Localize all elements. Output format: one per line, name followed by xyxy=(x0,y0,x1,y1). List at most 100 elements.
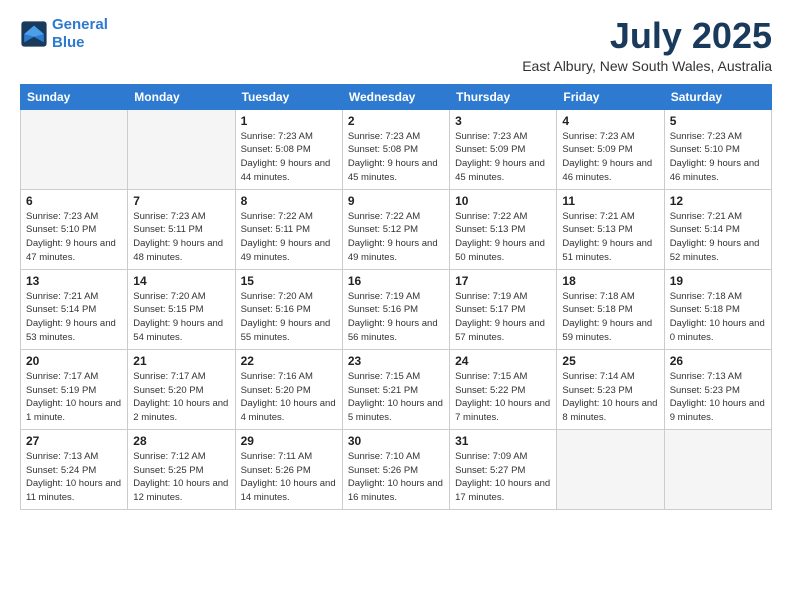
calendar-cell xyxy=(557,429,664,509)
calendar: SundayMondayTuesdayWednesdayThursdayFrid… xyxy=(20,84,772,510)
calendar-cell: 16 Sunrise: 7:19 AM Sunset: 5:16 PM Dayli… xyxy=(342,269,449,349)
day-number: 14 xyxy=(133,274,229,288)
logo-line1: General xyxy=(52,16,108,33)
day-info: Sunrise: 7:23 AM Sunset: 5:08 PM Dayligh… xyxy=(348,130,444,185)
calendar-cell: 24 Sunrise: 7:15 AM Sunset: 5:22 PM Dayli… xyxy=(450,349,557,429)
day-info: Sunrise: 7:09 AM Sunset: 5:27 PM Dayligh… xyxy=(455,450,551,505)
day-info: Sunrise: 7:15 AM Sunset: 5:22 PM Dayligh… xyxy=(455,370,551,425)
day-number: 16 xyxy=(348,274,444,288)
day-number: 20 xyxy=(26,354,122,368)
day-number: 18 xyxy=(562,274,658,288)
calendar-cell: 29Sunrise: 7:11 AM Sunset: 5:26 PM Dayli… xyxy=(235,429,342,509)
calendar-cell: 22 Sunrise: 7:16 AM Sunset: 5:20 PM Dayli… xyxy=(235,349,342,429)
day-info: Sunrise: 7:23 AM Sunset: 5:10 PM Dayligh… xyxy=(26,210,122,265)
logo-icon xyxy=(20,20,48,48)
calendar-cell: 7 Sunrise: 7:23 AM Sunset: 5:11 PM Daylig… xyxy=(128,189,235,269)
day-info: Sunrise: 7:20 AM Sunset: 5:15 PM Dayligh… xyxy=(133,290,229,345)
calendar-cell: 31 Sunrise: 7:09 AM Sunset: 5:27 PM Dayli… xyxy=(450,429,557,509)
day-number: 1 xyxy=(241,114,337,128)
month-title: July 2025 xyxy=(522,16,772,56)
title-area: July 2025 East Albury, New South Wales, … xyxy=(522,16,772,74)
calendar-cell: 11Sunrise: 7:21 AM Sunset: 5:13 PM Dayli… xyxy=(557,189,664,269)
day-number: 24 xyxy=(455,354,551,368)
day-info: Sunrise: 7:22 AM Sunset: 5:11 PM Dayligh… xyxy=(241,210,337,265)
calendar-cell: 27 Sunrise: 7:13 AM Sunset: 5:24 PM Dayli… xyxy=(21,429,128,509)
day-number: 19 xyxy=(670,274,766,288)
week-row-2: 6 Sunrise: 7:23 AM Sunset: 5:10 PM Daylig… xyxy=(21,189,772,269)
calendar-cell: 23Sunrise: 7:15 AM Sunset: 5:21 PM Dayli… xyxy=(342,349,449,429)
calendar-cell: 18 Sunrise: 7:18 AM Sunset: 5:18 PM Dayli… xyxy=(557,269,664,349)
calendar-cell: 10 Sunrise: 7:22 AM Sunset: 5:13 PM Dayli… xyxy=(450,189,557,269)
week-row-1: 1 Sunrise: 7:23 AM Sunset: 5:08 PM Daylig… xyxy=(21,109,772,189)
calendar-header-sunday: Sunday xyxy=(21,84,128,109)
calendar-cell: 20 Sunrise: 7:17 AM Sunset: 5:19 PM Dayli… xyxy=(21,349,128,429)
calendar-cell: 17Sunrise: 7:19 AM Sunset: 5:17 PM Dayli… xyxy=(450,269,557,349)
calendar-cell: 19 Sunrise: 7:18 AM Sunset: 5:18 PM Dayli… xyxy=(664,269,771,349)
day-number: 28 xyxy=(133,434,229,448)
day-number: 9 xyxy=(348,194,444,208)
day-info: Sunrise: 7:23 AM Sunset: 5:10 PM Dayligh… xyxy=(670,130,766,185)
day-number: 8 xyxy=(241,194,337,208)
day-info: Sunrise: 7:23 AM Sunset: 5:09 PM Dayligh… xyxy=(562,130,658,185)
day-info: Sunrise: 7:21 AM Sunset: 5:14 PM Dayligh… xyxy=(26,290,122,345)
calendar-cell: 26Sunrise: 7:13 AM Sunset: 5:23 PM Dayli… xyxy=(664,349,771,429)
day-info: Sunrise: 7:20 AM Sunset: 5:16 PM Dayligh… xyxy=(241,290,337,345)
day-number: 12 xyxy=(670,194,766,208)
day-number: 13 xyxy=(26,274,122,288)
header: General Blue July 2025 East Albury, New … xyxy=(20,16,772,74)
day-number: 7 xyxy=(133,194,229,208)
calendar-cell: 15 Sunrise: 7:20 AM Sunset: 5:16 PM Dayli… xyxy=(235,269,342,349)
day-info: Sunrise: 7:10 AM Sunset: 5:26 PM Dayligh… xyxy=(348,450,444,505)
calendar-header-friday: Friday xyxy=(557,84,664,109)
calendar-cell: 13 Sunrise: 7:21 AM Sunset: 5:14 PM Dayli… xyxy=(21,269,128,349)
calendar-cell xyxy=(664,429,771,509)
week-row-3: 13 Sunrise: 7:21 AM Sunset: 5:14 PM Dayli… xyxy=(21,269,772,349)
calendar-header-row: SundayMondayTuesdayWednesdayThursdayFrid… xyxy=(21,84,772,109)
day-number: 25 xyxy=(562,354,658,368)
calendar-cell: 14 Sunrise: 7:20 AM Sunset: 5:15 PM Dayli… xyxy=(128,269,235,349)
day-info: Sunrise: 7:13 AM Sunset: 5:24 PM Dayligh… xyxy=(26,450,122,505)
day-info: Sunrise: 7:19 AM Sunset: 5:16 PM Dayligh… xyxy=(348,290,444,345)
day-info: Sunrise: 7:17 AM Sunset: 5:19 PM Dayligh… xyxy=(26,370,122,425)
day-info: Sunrise: 7:22 AM Sunset: 5:13 PM Dayligh… xyxy=(455,210,551,265)
day-number: 26 xyxy=(670,354,766,368)
calendar-header-tuesday: Tuesday xyxy=(235,84,342,109)
day-info: Sunrise: 7:23 AM Sunset: 5:09 PM Dayligh… xyxy=(455,130,551,185)
day-number: 22 xyxy=(241,354,337,368)
day-info: Sunrise: 7:23 AM Sunset: 5:11 PM Dayligh… xyxy=(133,210,229,265)
day-number: 15 xyxy=(241,274,337,288)
calendar-cell: 21Sunrise: 7:17 AM Sunset: 5:20 PM Dayli… xyxy=(128,349,235,429)
calendar-cell: 12Sunrise: 7:21 AM Sunset: 5:14 PM Dayli… xyxy=(664,189,771,269)
calendar-cell: 4 Sunrise: 7:23 AM Sunset: 5:09 PM Daylig… xyxy=(557,109,664,189)
calendar-cell: 25Sunrise: 7:14 AM Sunset: 5:23 PM Dayli… xyxy=(557,349,664,429)
day-number: 11 xyxy=(562,194,658,208)
day-number: 5 xyxy=(670,114,766,128)
logo-text: General Blue xyxy=(52,16,108,52)
day-info: Sunrise: 7:12 AM Sunset: 5:25 PM Dayligh… xyxy=(133,450,229,505)
day-info: Sunrise: 7:16 AM Sunset: 5:20 PM Dayligh… xyxy=(241,370,337,425)
day-info: Sunrise: 7:22 AM Sunset: 5:12 PM Dayligh… xyxy=(348,210,444,265)
day-number: 23 xyxy=(348,354,444,368)
day-number: 30 xyxy=(348,434,444,448)
day-number: 27 xyxy=(26,434,122,448)
day-number: 31 xyxy=(455,434,551,448)
day-number: 6 xyxy=(26,194,122,208)
calendar-cell: 1 Sunrise: 7:23 AM Sunset: 5:08 PM Daylig… xyxy=(235,109,342,189)
day-info: Sunrise: 7:18 AM Sunset: 5:18 PM Dayligh… xyxy=(562,290,658,345)
day-number: 3 xyxy=(455,114,551,128)
calendar-cell: 30 Sunrise: 7:10 AM Sunset: 5:26 PM Dayli… xyxy=(342,429,449,509)
day-info: Sunrise: 7:11 AM Sunset: 5:26 PM Dayligh… xyxy=(241,450,337,505)
day-number: 2 xyxy=(348,114,444,128)
calendar-cell xyxy=(21,109,128,189)
day-info: Sunrise: 7:18 AM Sunset: 5:18 PM Dayligh… xyxy=(670,290,766,345)
day-number: 10 xyxy=(455,194,551,208)
calendar-cell: 2 Sunrise: 7:23 AM Sunset: 5:08 PM Daylig… xyxy=(342,109,449,189)
week-row-4: 20 Sunrise: 7:17 AM Sunset: 5:19 PM Dayli… xyxy=(21,349,772,429)
day-info: Sunrise: 7:23 AM Sunset: 5:08 PM Dayligh… xyxy=(241,130,337,185)
calendar-cell xyxy=(128,109,235,189)
day-number: 4 xyxy=(562,114,658,128)
calendar-cell: 5 Sunrise: 7:23 AM Sunset: 5:10 PM Daylig… xyxy=(664,109,771,189)
day-info: Sunrise: 7:17 AM Sunset: 5:20 PM Dayligh… xyxy=(133,370,229,425)
calendar-cell: 9 Sunrise: 7:22 AM Sunset: 5:12 PM Daylig… xyxy=(342,189,449,269)
day-info: Sunrise: 7:19 AM Sunset: 5:17 PM Dayligh… xyxy=(455,290,551,345)
